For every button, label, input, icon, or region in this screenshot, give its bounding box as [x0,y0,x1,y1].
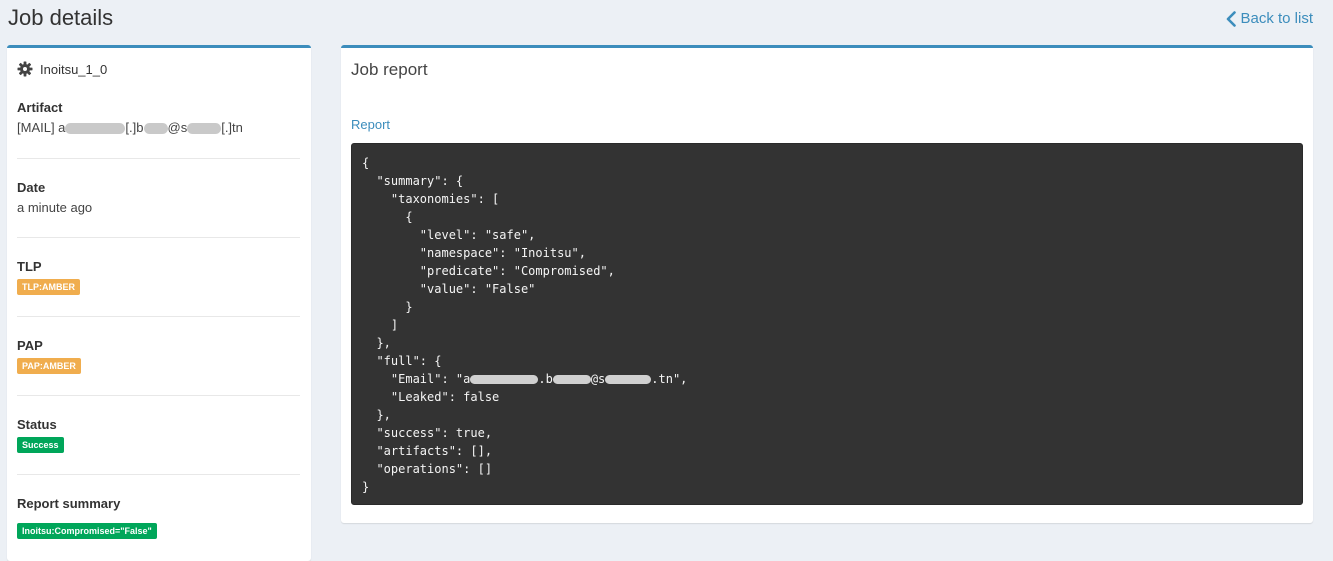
code-line: "Leaked": false [362,390,500,404]
code-line: "taxonomies": [ [362,192,500,206]
date-value: a minute ago [17,200,93,215]
tlp-badge: TLP:AMBER [17,279,80,295]
report-link[interactable]: Report [351,117,390,132]
job-report-panel: Job report Report { "summary": { "taxono… [341,45,1313,523]
artifact-value: [MAIL] a [.]b @s [.]tn [17,120,243,135]
artifact-label: Artifact [17,100,63,115]
redaction [65,123,126,135]
code-line: "summary": { [362,174,464,188]
report-summary-label: Report summary [17,496,121,511]
report-json: { "summary": { "taxonomies": [ { "level"… [351,143,1303,505]
job-header: Inoitsu_1_0 [17,61,107,77]
redaction [143,123,168,135]
code-line: "predicate": "Compromised", [362,264,615,278]
pap-section: PAP PAP:AMBER [17,338,300,374]
back-to-list-link[interactable]: Back to list [1225,10,1313,27]
redaction [187,123,222,135]
back-to-list-label[interactable]: Back to list [1240,10,1313,27]
divider [17,158,300,159]
code-line: }, [362,336,391,350]
job-report-title: Job report [351,60,428,79]
pap-label: PAP [17,338,43,353]
code-line: }, [362,408,391,422]
code-line: "success": true, [362,426,493,440]
date-label: Date [17,180,46,195]
code-line-email: "Email": "a .b @s .tn", [362,372,688,386]
divider [17,237,300,238]
code-line: { [362,210,413,224]
artifact-section: Artifact [MAIL] a [.]b @s [.]tn [17,100,300,135]
report-summary-badge: Inoitsu:Compromised="False" [17,523,157,539]
code-line: "artifacts": [], [362,444,493,458]
redaction [605,375,652,384]
code-line: "operations": [] [362,462,493,476]
pap-badge: PAP:AMBER [17,358,81,374]
divider [17,316,300,317]
divider [17,395,300,396]
code-line: "level": "safe", [362,228,536,242]
code-line: ] [362,318,399,332]
report-summary-section: Report summary Inoitsu:Compromised="Fals… [17,496,300,539]
code-line: { [362,156,370,170]
chevron-left-icon [1227,10,1237,27]
code-line: } [362,480,370,494]
status-badge: Success [17,437,64,453]
code-line: } [362,300,413,314]
redaction [552,375,591,384]
code-line: "value": "False" [362,282,536,296]
tlp-label: TLP [17,259,42,274]
status-label: Status [17,417,57,432]
redaction [470,375,539,384]
tlp-section: TLP TLP:AMBER [17,259,300,295]
status-section: Status Success [17,417,300,453]
date-section: Date a minute ago [17,180,300,215]
code-line: "full": { [362,354,442,368]
code-line: "namespace": "Inoitsu", [362,246,586,260]
job-info-panel: Inoitsu_1_0 Artifact [MAIL] a [.]b @s [.]tn… [7,45,311,561]
page-title: Job details [8,5,114,30]
gear-icon [17,61,33,77]
divider [17,474,300,475]
job-name: Inoitsu_1_0 [40,61,108,77]
